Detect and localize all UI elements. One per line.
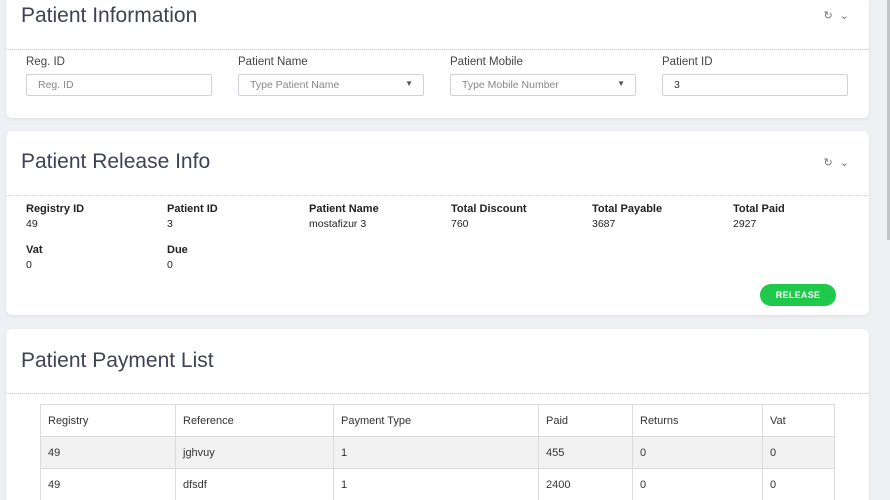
cell-paid: 2400 — [538, 468, 633, 500]
column-header-registry: Registry — [40, 404, 176, 437]
info-total-discount: Total Discount 760 — [451, 203, 527, 230]
info-due: Due 0 — [167, 244, 188, 271]
patient-id-input[interactable]: 3 — [662, 74, 848, 96]
info-label: Patient Name — [309, 203, 379, 215]
cell-reference: dfsdf — [175, 468, 334, 500]
cell-payment-type: 1 — [333, 436, 539, 469]
info-vat: Vat 0 — [26, 244, 43, 271]
info-registry-id: Registry ID 49 — [26, 203, 84, 230]
cell-paid: 455 — [538, 436, 633, 469]
patient-payment-list-title: Patient Payment List — [21, 349, 214, 372]
card-tools-refresh-collapse-icon[interactable]: ↻ ⌄ — [824, 9, 852, 22]
info-value: 2927 — [733, 218, 757, 230]
caret-down-icon: ▼ — [405, 79, 413, 88]
info-value: 49 — [26, 218, 38, 230]
patient-payment-list-card: Patient Payment List Registry Reference … — [6, 329, 869, 500]
caret-down-icon: ▼ — [617, 79, 625, 88]
info-total-paid: Total Paid 2927 — [733, 203, 785, 230]
divider — [6, 393, 869, 394]
reg-id-input[interactable]: Reg. ID — [26, 74, 212, 96]
info-label: Vat — [26, 244, 43, 256]
info-label: Total Paid — [733, 203, 785, 215]
cell-vat: 0 — [762, 468, 835, 500]
table-row: 49 jghvuy 1 455 0 0 — [40, 436, 835, 469]
column-header-vat: Vat — [762, 404, 835, 437]
info-label: Registry ID — [26, 203, 85, 215]
patient-mobile-field: Patient Mobile Type Mobile Number ▼ — [450, 56, 636, 96]
cell-returns: 0 — [632, 436, 763, 469]
column-header-payment-type: Payment Type — [333, 404, 539, 437]
patient-id-field: Patient ID 3 — [662, 56, 848, 96]
cell-registry: 49 — [40, 468, 176, 500]
cell-reference: jghvuy — [175, 436, 334, 469]
patient-name-select[interactable]: Type Patient Name ▼ — [238, 74, 424, 96]
cell-returns: 0 — [632, 468, 763, 500]
patient-mobile-label: Patient Mobile — [450, 56, 523, 68]
info-label: Total Payable — [592, 203, 663, 215]
release-button[interactable]: RELEASE — [760, 284, 836, 306]
info-total-payable: Total Payable 3687 — [592, 203, 662, 230]
table-header-row: Registry Reference Payment Type Paid Ret… — [40, 404, 835, 437]
info-value: mostafizur 3 — [309, 218, 367, 230]
patient-release-info-title: Patient Release Info — [21, 150, 211, 173]
column-header-paid: Paid — [538, 404, 633, 437]
patient-mobile-select[interactable]: Type Mobile Number ▼ — [450, 74, 636, 96]
info-value: 0 — [26, 259, 32, 271]
info-value: 0 — [167, 259, 173, 271]
divider — [6, 195, 869, 196]
patient-mobile-placeholder: Type Mobile Number — [462, 79, 559, 91]
patient-information-title: Patient Information — [21, 4, 198, 27]
patient-name-field: Patient Name Type Patient Name ▼ — [238, 56, 424, 96]
info-patient-id: Patient ID 3 — [167, 203, 218, 230]
cell-vat: 0 — [762, 436, 835, 469]
reg-id-field: Reg. ID Reg. ID — [26, 56, 212, 96]
patient-information-card: Patient Information ↻ ⌄ Reg. ID Reg. ID … — [6, 0, 869, 118]
column-header-reference: Reference — [175, 404, 334, 437]
reg-id-label: Reg. ID — [26, 56, 65, 68]
card-tools-refresh-collapse-icon[interactable]: ↻ ⌄ — [824, 156, 852, 169]
info-label: Total Discount — [451, 203, 527, 215]
cell-payment-type: 1 — [333, 468, 539, 500]
info-value: 3687 — [592, 218, 616, 230]
payment-table: Registry Reference Payment Type Paid Ret… — [40, 404, 835, 500]
table-row: 49 dfsdf 1 2400 0 0 — [40, 468, 835, 500]
cell-registry: 49 — [40, 436, 176, 469]
info-value: 3 — [167, 218, 173, 230]
info-value: 760 — [451, 218, 469, 230]
divider — [6, 49, 869, 50]
patient-name-label: Patient Name — [238, 56, 308, 68]
patient-id-label: Patient ID — [662, 56, 713, 68]
column-header-returns: Returns — [632, 404, 763, 437]
patient-name-placeholder: Type Patient Name — [250, 79, 340, 91]
info-label: Patient ID — [167, 203, 218, 215]
patient-release-info-card: Patient Release Info ↻ ⌄ Registry ID 49 … — [6, 131, 869, 315]
info-patient-name: Patient Name mostafizur 3 — [309, 203, 379, 230]
info-label: Due — [167, 244, 188, 256]
